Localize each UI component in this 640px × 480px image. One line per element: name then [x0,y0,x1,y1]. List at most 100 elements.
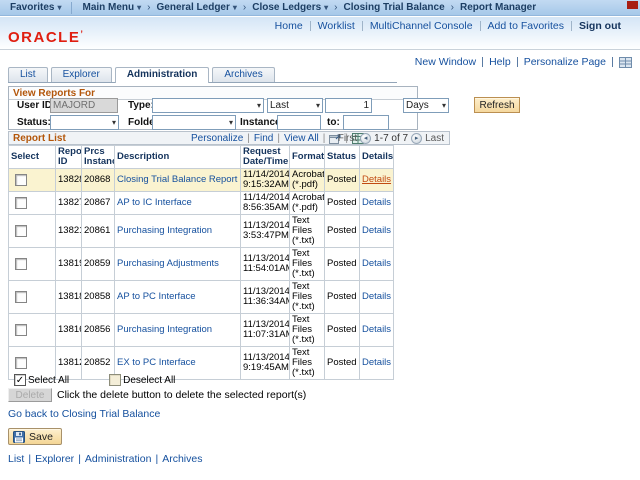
view-all-link[interactable]: View All [284,133,319,144]
status-cell: Posted [325,281,360,314]
multichannel-console-link[interactable]: MultiChannel Console [363,20,480,32]
checked-checkbox-icon[interactable] [14,374,26,386]
footer-archives-link[interactable]: Archives [162,453,202,465]
report-list-table: Select Report ID Prcs Instance Descripti… [8,145,394,380]
select-cell [9,281,56,314]
favorites-menu[interactable]: Favorites [6,2,65,13]
grid-pagination: First ◂ 1-7 of 7 ▸ Last [338,133,444,144]
col-details: Details [360,146,394,169]
details-link[interactable]: Details [362,174,391,185]
worklist-link[interactable]: Worklist [311,20,362,32]
chevron-down-icon [229,118,233,127]
report-list-title: Report List [13,133,66,144]
pagination-first[interactable]: First [338,133,357,144]
request-cell: 11/13/2014 11:54:01AM [241,248,290,281]
refresh-button[interactable]: Refresh [474,97,520,113]
divider [323,133,326,144]
table-row: 13827 20867 AP to IC Interface 11/14/201… [9,192,394,215]
chevron-down-icon [316,101,320,110]
add-to-favorites-link[interactable]: Add to Favorites [481,20,571,32]
prcs-instance-cell: 20861 [82,215,115,248]
sign-out-link[interactable]: Sign out [572,20,628,32]
personalize-grid-icon[interactable] [619,57,632,68]
breadcrumb-separator [241,2,248,13]
last-count-field[interactable] [325,98,372,113]
request-cell: 11/13/2014 11:07:31AM [241,314,290,347]
row-select-checkbox[interactable] [15,357,27,369]
description-link[interactable]: Purchasing Integration [117,324,212,335]
chevron-down-icon [112,118,116,127]
footer-list-link[interactable]: List [8,453,24,465]
main-menu[interactable]: Main Menu [78,2,145,13]
description-link[interactable]: Purchasing Adjustments [117,258,219,269]
row-select-checkbox[interactable] [15,258,27,270]
previous-page-icon[interactable]: ◂ [360,133,371,144]
details-link[interactable]: Details [362,225,391,236]
new-window-link[interactable]: New Window [415,56,476,68]
delete-button[interactable]: Delete [8,388,52,402]
row-select-checkbox[interactable] [15,225,27,237]
description-link[interactable]: EX to PC Interface [117,357,196,368]
col-prcs-instance: Prcs Instance [82,146,115,169]
instance-to-field[interactable] [343,115,389,130]
col-report-id: Report ID [56,146,82,169]
request-cell: 11/14/2014 9:15:32AM [241,169,290,192]
save-button[interactable]: Save [8,428,62,445]
next-page-icon[interactable]: ▸ [411,133,422,144]
type-select[interactable] [152,98,264,113]
select-all-label[interactable]: Select All [28,375,69,386]
status-select[interactable] [50,115,119,130]
row-select-checkbox[interactable] [15,197,27,209]
details-link[interactable]: Details [362,291,391,302]
personalize-page-link[interactable]: Personalize Page [524,56,606,68]
breadcrumb-closing-trial-balance[interactable]: Closing Trial Balance [340,2,449,13]
pagination-last[interactable]: Last [425,133,444,144]
status-cell: Posted [325,215,360,248]
breadcrumb-report-manager[interactable]: Report Manager [456,2,540,13]
col-description: Description [115,146,241,169]
delete-controls: Delete Click the delete button to delete… [8,388,306,402]
description-link[interactable]: AP to PC Interface [117,291,196,302]
report-manager-page: Favorites Main Menu General Ledger Close… [0,0,640,480]
go-back-link[interactable]: Go back to Closing Trial Balance [8,408,160,420]
footer-explorer-link[interactable]: Explorer [35,453,74,465]
oracle-logo: ORACLE [8,29,84,46]
personalize-link[interactable]: Personalize [191,133,243,144]
details-link[interactable]: Details [362,357,391,368]
user-id-field[interactable] [50,98,118,113]
breadcrumb-divider [71,2,72,14]
breadcrumb-general-ledger[interactable]: General Ledger [153,2,241,13]
folder-select[interactable] [152,115,236,130]
deselect-all-label[interactable]: Deselect All [123,375,175,386]
breadcrumb-close-ledgers[interactable]: Close Ledgers [248,2,332,13]
details-link[interactable]: Details [362,258,391,269]
details-cell: Details [360,192,394,215]
tab-administration[interactable]: Administration [115,67,210,83]
format-cell: Acrobat (*.pdf) [290,169,325,192]
description-link[interactable]: AP to IC Interface [117,197,192,208]
find-link[interactable]: Find [254,133,273,144]
report-id-cell: 13818 [56,281,82,314]
details-link[interactable]: Details [362,197,391,208]
description-link[interactable]: Purchasing Integration [117,225,212,236]
days-select[interactable]: Days [403,98,449,113]
divider [155,453,158,465]
request-cell: 11/14/2014 8:56:35AM [241,192,290,215]
details-link[interactable]: Details [362,324,391,335]
description-link[interactable]: Closing Trial Balance Report [117,174,237,185]
prcs-instance-cell: 20868 [82,169,115,192]
instance-from-field[interactable] [277,115,321,130]
tab-list[interactable]: List [8,67,48,82]
footer-administration-link[interactable]: Administration [85,453,152,465]
row-select-checkbox[interactable] [15,291,27,303]
row-select-checkbox[interactable] [15,324,27,336]
last-select[interactable]: Last [267,98,323,113]
home-link[interactable]: Home [268,20,310,32]
table-row: 13821 20861 Purchasing Integration 11/13… [9,215,394,248]
row-select-checkbox[interactable] [15,174,27,186]
divider [612,57,613,67]
empty-checkbox-icon[interactable] [109,374,121,386]
tab-explorer[interactable]: Explorer [51,67,112,82]
tab-archives[interactable]: Archives [212,67,274,82]
help-link[interactable]: Help [489,56,511,68]
